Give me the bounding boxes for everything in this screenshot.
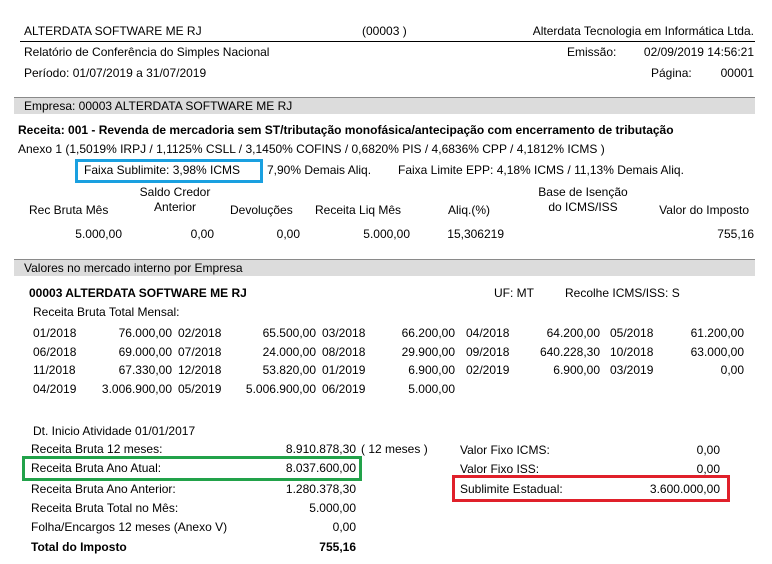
val-receita-liq: 5.000,00	[363, 227, 410, 241]
total-imposto-value: 755,16	[319, 540, 356, 554]
receita-mensal-label: Receita Bruta Total Mensal:	[33, 305, 180, 319]
mercado-band: Valores no mercado interno por Empresa	[14, 259, 755, 276]
month-label: 02/2018	[178, 326, 222, 340]
page-label: Página:	[651, 66, 692, 80]
summary-extra: ( 12 meses )	[361, 442, 428, 456]
col-receita-liq: Receita Liq Mês	[315, 203, 402, 217]
report-period: Período: 01/07/2019 a 31/07/2019	[24, 66, 207, 80]
summary-value: 1.280.378,30	[285, 482, 356, 496]
month-label: 01/2019	[322, 363, 366, 377]
month-label: 11/2018	[33, 363, 76, 377]
month-label: 08/2018	[322, 345, 366, 359]
month-label: 10/2018	[610, 345, 654, 359]
month-value: 0,00	[720, 363, 744, 377]
col-saldo-line2: Anterior	[153, 200, 197, 214]
fixo-label: Valor Fixo ICMS:	[460, 443, 550, 457]
month-label: 01/2018	[33, 326, 77, 340]
emission-value: 02/09/2019 14:56:21	[643, 45, 754, 59]
total-imposto-label: Total do Imposto	[31, 540, 127, 554]
month-label: 09/2018	[466, 345, 510, 359]
month-label: 02/2019	[466, 363, 510, 377]
month-label: 05/2018	[610, 326, 654, 340]
month-value: 53.820,00	[262, 363, 316, 377]
summary-label: Receita Bruta Ano Anterior:	[31, 482, 176, 496]
month-value: 65.500,00	[262, 326, 316, 340]
faixa-limite-epp: Faixa Limite EPP: 4,18% ICMS / 11,13% De…	[398, 163, 684, 177]
demais-aliq: 7,90% Demais Aliq.	[267, 163, 372, 177]
month-value: 640.228,30	[539, 345, 600, 359]
fixo-value: 0,00	[696, 443, 720, 457]
month-value: 66.200,00	[401, 326, 455, 340]
header-divider	[20, 41, 755, 42]
col-valor-imposto: Valor do Imposto	[659, 203, 749, 217]
receita-title: Receita: 001 - Revenda de mercadoria sem…	[18, 123, 674, 137]
month-label: 04/2018	[466, 326, 510, 340]
mercado-company: 00003 ALTERDATA SOFTWARE ME RJ	[29, 286, 247, 300]
empresa-band: Empresa: 00003 ALTERDATA SOFTWARE ME RJ	[14, 97, 755, 114]
val-aliq: 15,306219	[447, 227, 504, 241]
col-base-isencao: Base de Isenção do ICMS/ISS	[530, 185, 636, 215]
month-value: 6.900,00	[553, 363, 600, 377]
month-value: 63.000,00	[690, 345, 744, 359]
summary-value: 0,00	[332, 520, 356, 534]
val-saldo: 0,00	[190, 227, 214, 241]
summary-value: 8.910.878,30	[285, 442, 356, 456]
month-value: 3.006.900,00	[101, 382, 172, 396]
val-valor-imposto: 755,16	[717, 227, 754, 241]
month-value: 5.000,00	[408, 382, 455, 396]
col-base-line2: do ICMS/ISS	[548, 200, 618, 214]
empresa-band-text: Empresa: 00003 ALTERDATA SOFTWARE ME RJ	[24, 99, 293, 113]
dt-inicio-atividade: Dt. Inicio Atividade 01/01/2017	[33, 424, 196, 438]
col-aliq: Aliq.(%)	[448, 203, 491, 217]
month-value: 29.900,00	[401, 345, 455, 359]
emission-label: Emissão:	[567, 45, 617, 59]
month-label: 06/2018	[33, 345, 77, 359]
summary-value: 5.000,00	[309, 501, 356, 515]
fixo-label: Valor Fixo ISS:	[460, 462, 540, 476]
summary-value: 8.037.600,00	[285, 461, 356, 475]
month-value: 64.200,00	[546, 326, 600, 340]
month-label: 06/2019	[322, 382, 366, 396]
val-devolucoes: 0,00	[276, 227, 300, 241]
month-label: 03/2018	[322, 326, 366, 340]
month-value: 76.000,00	[118, 326, 172, 340]
col-saldo-credor: Saldo Credor Anterior	[130, 185, 220, 215]
report-title: Relatório de Conferência do Simples Naci…	[24, 45, 270, 59]
month-label: 04/2019	[33, 382, 77, 396]
month-label: 07/2018	[178, 345, 222, 359]
col-base-line1: Base de Isenção	[538, 185, 628, 199]
col-saldo-line1: Saldo Credor	[139, 185, 211, 199]
fixo-value: 3.600.000,00	[649, 482, 720, 496]
page-value: 00001	[720, 66, 754, 80]
summary-label: Receita Bruta 12 meses:	[31, 442, 163, 456]
summary-label: Receita Bruta Ano Atual:	[31, 461, 162, 475]
val-rec-bruta: 5.000,00	[75, 227, 122, 241]
header-code: (00003 )	[362, 24, 407, 38]
mercado-band-text: Valores no mercado interno por Empresa	[24, 261, 243, 275]
month-value: 69.000,00	[118, 345, 172, 359]
summary-label: Receita Bruta Total no Mês:	[31, 501, 179, 515]
col-rec-bruta: Rec Bruta Mês	[29, 203, 109, 217]
faixa-sublimite: Faixa Sublimite: 3,98% ICMS	[84, 163, 241, 177]
fixo-label: Sublimite Estadual:	[460, 482, 563, 496]
receita-anexo: Anexo 1 (1,5019% IRPJ / 1,1125% CSLL / 3…	[18, 142, 605, 156]
month-value: 67.330,00	[118, 363, 172, 377]
month-label: 03/2019	[610, 363, 654, 377]
col-devolucoes: Devoluções	[230, 203, 293, 217]
header-vendor: Alterdata Tecnologia em Informática Ltda…	[532, 24, 754, 38]
summary-label: Folha/Encargos 12 meses (Anexo V)	[31, 520, 228, 534]
month-label: 12/2018	[178, 363, 222, 377]
month-value: 5.006.900,00	[245, 382, 316, 396]
month-label: 05/2019	[178, 382, 222, 396]
month-value: 24.000,00	[262, 345, 316, 359]
month-value: 6.900,00	[408, 363, 455, 377]
header-company: ALTERDATA SOFTWARE ME RJ	[24, 24, 202, 38]
mercado-recolhe: Recolhe ICMS/ISS: S	[565, 286, 680, 300]
month-value: 61.200,00	[690, 326, 744, 340]
mercado-uf: UF: MT	[494, 286, 534, 300]
fixo-value: 0,00	[696, 462, 720, 476]
